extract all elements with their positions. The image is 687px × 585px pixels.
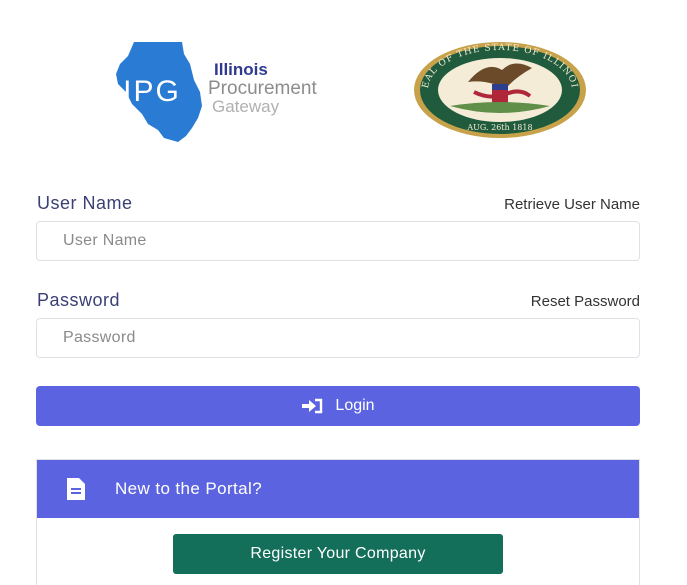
username-label-row: User Name Retrieve User Name	[37, 193, 640, 214]
document-icon	[67, 478, 85, 500]
username-label: User Name	[37, 193, 133, 213]
password-label-row: Password Reset Password	[37, 290, 640, 311]
register-company-button[interactable]: Register Your Company	[173, 534, 503, 574]
ipg-logo: IPG Illinois Procurement Gateway	[116, 42, 317, 142]
logo-area: IPG Illinois Procurement Gateway SEAL OF…	[0, 0, 687, 160]
portal-card-header: New to the Portal?	[37, 460, 639, 518]
new-to-portal-card: New to the Portal? Register Your Company	[36, 459, 640, 585]
logo-line1: Illinois	[214, 60, 268, 79]
password-label: Password	[37, 290, 121, 310]
sign-in-icon	[301, 398, 323, 414]
logo-line3: Gateway	[212, 97, 280, 116]
password-input[interactable]	[36, 318, 640, 358]
seal-date-text: AUG. 26th 1818	[466, 123, 532, 132]
login-button[interactable]: Login	[36, 386, 640, 426]
portal-title: New to the Portal?	[115, 479, 263, 498]
retrieve-username-link[interactable]: Retrieve User Name	[504, 196, 640, 213]
login-label: Login	[335, 397, 375, 414]
reset-password-link[interactable]: Reset Password	[531, 293, 640, 310]
logo-line2: Procurement	[208, 78, 317, 99]
logo-initials: IPG	[123, 75, 181, 108]
state-seal: SEAL OF THE STATE OF ILLINOIS AUG. 26th …	[410, 40, 586, 138]
username-input[interactable]	[36, 221, 640, 261]
